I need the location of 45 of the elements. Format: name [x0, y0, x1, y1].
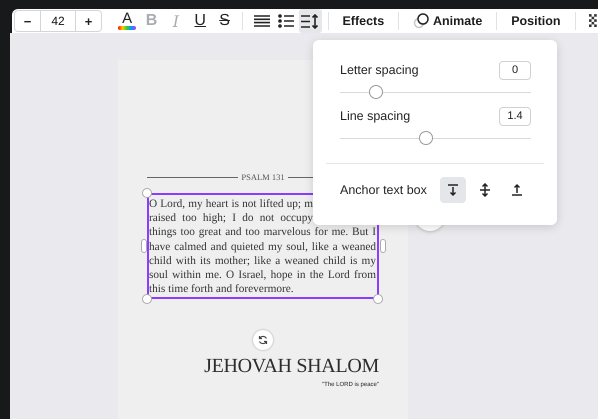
underline-button[interactable]: U — [189, 9, 212, 33]
paragraph-line: things too great and too marvelous for me. But I — [149, 225, 376, 240]
resize-handle[interactable] — [142, 188, 152, 198]
side-handle[interactable] — [141, 239, 147, 253]
toolbar-button[interactable]: Effects — [334, 9, 392, 33]
paragraph-line: soul within me. O Israel, hope in the Lord from — [149, 268, 376, 282]
spacing-value-field[interactable]: 1.4 — [499, 106, 531, 126]
paragraph-line: this time forth and forevermore. — [149, 282, 295, 296]
slider-thumb[interactable] — [418, 131, 433, 145]
slider-label: Letter spacing — [340, 63, 419, 77]
side-handle[interactable] — [380, 239, 386, 253]
justify-icon — [254, 14, 270, 28]
paragraph-line: O Lord, my heart is not lifted up; m — [149, 197, 313, 212]
animate-icon — [413, 13, 430, 29]
slider-track[interactable] — [340, 131, 531, 145]
paragraph-line: have calmed and quieted my soul, like a weaned — [149, 240, 376, 254]
psalm-heading: PSALM 131 — [241, 172, 285, 182]
animate-button[interactable]: Animate — [405, 9, 490, 33]
paragraph-line: raised too high; I do not occupy — [149, 211, 313, 226]
rotate-handle[interactable] — [253, 330, 273, 350]
spacing-button[interactable] — [299, 9, 322, 33]
resize-handle[interactable] — [373, 294, 383, 304]
toolbar-button[interactable]: Position — [503, 9, 569, 33]
anchor-bottom-icon — [510, 183, 524, 197]
text-color-button[interactable]: A — [116, 9, 138, 33]
paragraph-line: child with its mother; like a weaned child is my — [149, 254, 376, 268]
font-size-field[interactable]: 42 — [40, 11, 76, 31]
spacing-value-field[interactable]: 0 — [499, 60, 531, 80]
checkerboard-icon — [589, 13, 598, 29]
rotate-icon — [258, 335, 268, 345]
anchor-option-button[interactable] — [440, 177, 466, 203]
anchor-middle-icon — [478, 183, 492, 197]
line-spacing-icon — [301, 14, 320, 28]
decrease-font-size-button[interactable]: − — [15, 11, 40, 31]
increase-font-size-button[interactable]: + — [76, 11, 101, 31]
rainbow-bar-icon — [118, 26, 136, 30]
slider-label: Line spacing — [340, 109, 410, 123]
resize-handle[interactable] — [142, 294, 152, 304]
strikethrough-button[interactable]: S — [213, 9, 236, 33]
slider-thumb[interactable] — [369, 85, 384, 99]
slider-track[interactable] — [340, 85, 531, 99]
page-title: JEHOVAH SHALOM — [204, 355, 379, 378]
list-icon — [278, 14, 294, 28]
anchor-label: Anchor text box — [340, 183, 427, 197]
anchor-top-icon — [446, 183, 460, 197]
